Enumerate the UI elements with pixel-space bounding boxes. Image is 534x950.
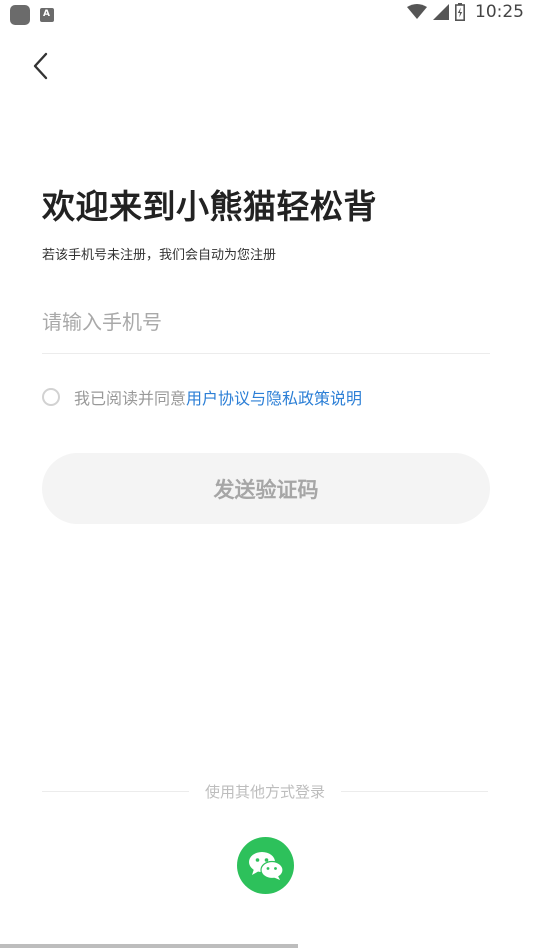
phone-field (42, 300, 490, 354)
page-title: 欢迎来到小熊猫轻松背 (42, 187, 377, 226)
status-bar: 10:25 (0, 0, 534, 28)
agreement-checkbox[interactable] (42, 388, 60, 406)
back-button[interactable] (22, 48, 58, 84)
agreement-text: 我已阅读并同意 (74, 389, 187, 408)
page-subtitle: 若该手机号未注册，我们会自动为您注册 (42, 248, 277, 263)
wifi-icon (407, 4, 427, 19)
chevron-left-icon (33, 52, 48, 80)
phone-input[interactable] (42, 300, 490, 344)
app-notification-icon (10, 5, 30, 25)
other-login-label: 使用其他方式登录 (205, 782, 326, 801)
other-login-divider: 使用其他方式登录 (42, 780, 489, 802)
agreement-row: 我已阅读并同意 用户协议与隐私政策说明 (42, 385, 362, 409)
status-time: 10:25 (475, 2, 524, 22)
navigation-handle[interactable] (0, 944, 298, 948)
wechat-icon (248, 851, 284, 880)
wechat-login-button[interactable] (237, 837, 294, 894)
font-notification-icon (40, 8, 54, 22)
status-notification-icons (10, 5, 54, 25)
divider-line-right (341, 790, 489, 792)
status-system-icons: 10:25 (407, 2, 524, 22)
send-code-button[interactable]: 发送验证码 (42, 453, 490, 524)
agreement-link[interactable]: 用户协议与隐私政策说明 (186, 385, 362, 409)
cellular-icon (433, 4, 449, 20)
divider-line-left (42, 790, 189, 792)
battery-icon (455, 3, 465, 21)
